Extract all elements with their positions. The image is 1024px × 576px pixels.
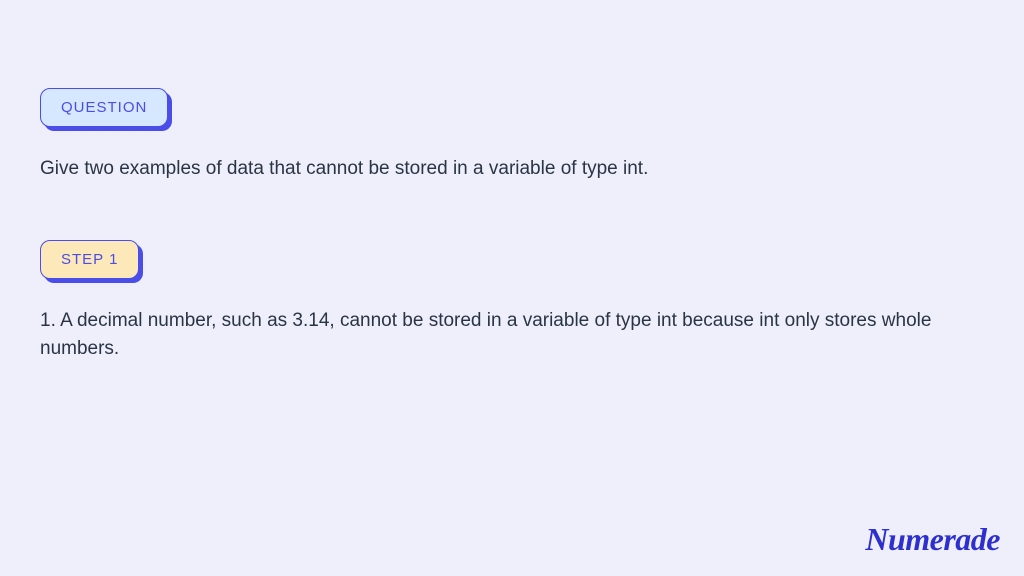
step-text: 1. A decimal number, such as 3.14, canno… (40, 307, 984, 364)
question-badge-label: QUESTION (61, 99, 147, 116)
content-area: QUESTION Give two examples of data that … (0, 0, 1024, 364)
question-badge-wrapper: QUESTION (40, 88, 168, 127)
step-badge-label: STEP 1 (61, 251, 118, 268)
question-badge: QUESTION (40, 88, 168, 127)
question-text: Give two examples of data that cannot be… (40, 155, 984, 184)
brand-logo: Numerade (865, 521, 1000, 558)
step-badge-wrapper: STEP 1 (40, 240, 139, 279)
step-badge: STEP 1 (40, 240, 139, 279)
